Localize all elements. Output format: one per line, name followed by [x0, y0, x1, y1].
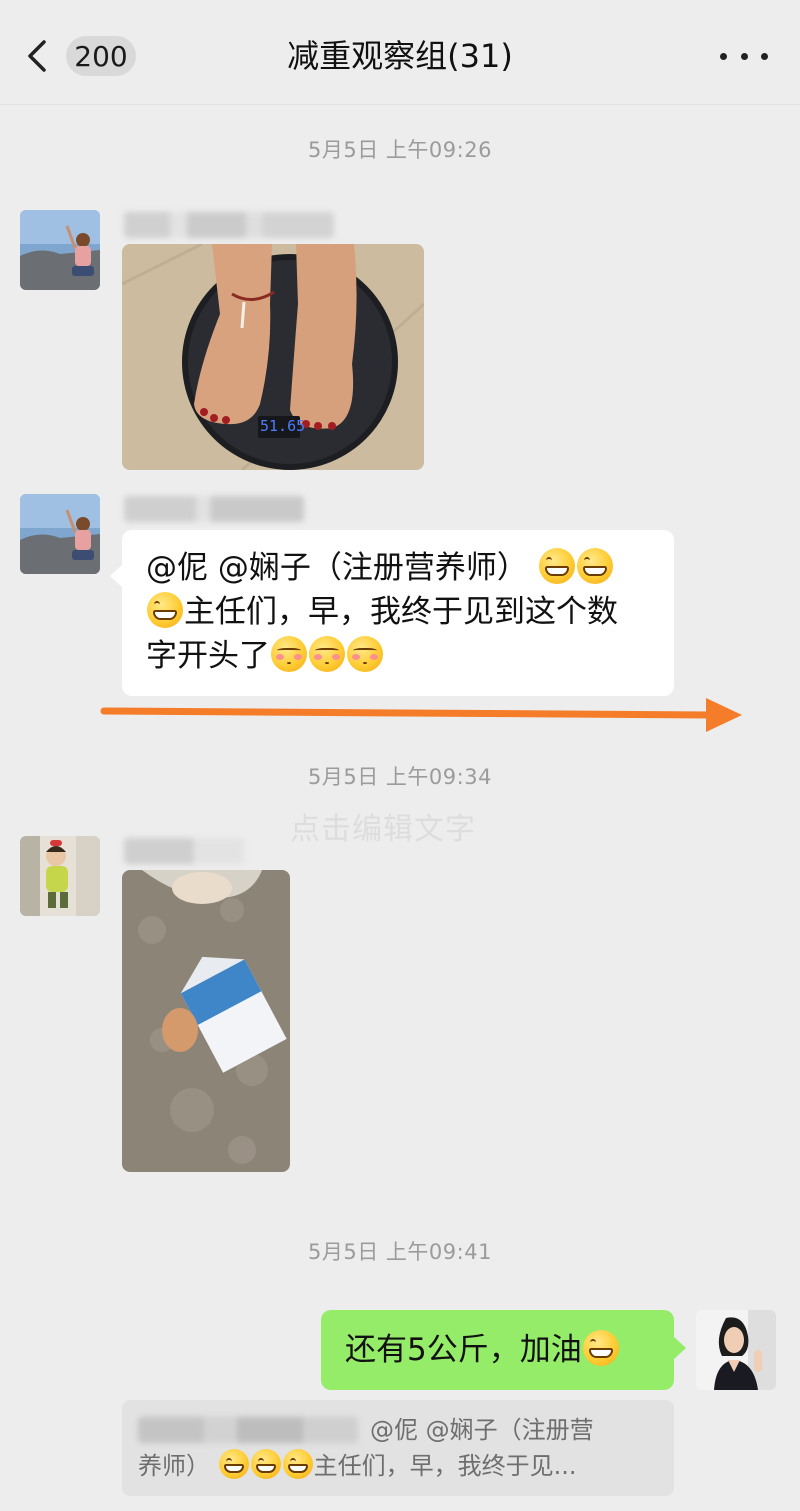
timestamp: 5月5日 上午09:41	[308, 1240, 492, 1264]
quote-text: 养师）	[138, 1452, 210, 1480]
quoted-sender-blurred	[138, 1417, 358, 1443]
grin-emoji-icon	[218, 1449, 249, 1479]
text-message-bubble[interactable]: @伲 @娴子（注册营养师） 主任们，早，我终于见到这个数 字开头了	[110, 530, 674, 696]
sender-name-blurred	[124, 212, 334, 238]
quoted-message[interactable]: @伲 @娴子（注册营 养师） 主任们，早，我终于见...	[122, 1400, 674, 1496]
avatar-photo	[696, 1310, 776, 1390]
message-line: 主任们，早，我终于见到这个数	[146, 590, 652, 634]
message-text: 主任们，早，我终于见到这个数	[184, 594, 618, 630]
image-message-scale[interactable]: 51.65	[122, 244, 424, 470]
blush-emoji-icon	[347, 636, 383, 672]
back-button[interactable]: 200	[22, 30, 142, 82]
blush-emoji-icon	[309, 636, 345, 672]
sender-name-blurred	[124, 496, 304, 522]
message-text: @伲 @娴子（注册营养师）	[146, 550, 528, 586]
grin-emoji-icon	[250, 1449, 281, 1479]
avatar-photo	[20, 494, 100, 574]
quote-line: 养师） 主任们，早，我终于见...	[138, 1448, 658, 1484]
message-text: 字开头了	[146, 638, 270, 674]
arrow-annotation	[100, 698, 742, 732]
scale-reading: 51.65	[260, 417, 306, 435]
watermark-text: 点击编辑文字	[290, 812, 476, 847]
grin-emoji-icon	[147, 592, 183, 628]
own-text-message-bubble[interactable]: 还有5公斤，加油	[321, 1310, 686, 1390]
avatar[interactable]	[20, 210, 100, 290]
quote-text: @伲 @娴子（注册营	[370, 1416, 594, 1444]
avatar-photo	[20, 836, 100, 916]
image-message-breakfast[interactable]	[122, 870, 290, 1172]
grin-emoji-icon	[282, 1449, 313, 1479]
avatar[interactable]	[20, 494, 100, 574]
quote-line: @伲 @娴子（注册营	[138, 1412, 658, 1448]
message-line: 字开头了	[146, 634, 652, 678]
quote-text: 主任们，早，我终于见...	[313, 1452, 577, 1480]
grin-emoji-icon	[582, 1330, 619, 1366]
sender-name-blurred	[124, 838, 244, 864]
breakfast-photo	[122, 870, 290, 1172]
avatar[interactable]	[20, 836, 100, 916]
grin-emoji-icon	[576, 548, 613, 584]
blush-emoji-icon	[271, 636, 307, 672]
avatar-photo	[20, 210, 100, 290]
bubble-tail	[110, 564, 123, 588]
timestamp: 5月5日 上午09:34	[308, 765, 492, 789]
timestamp: 5月5日 上午09:26	[308, 138, 492, 162]
scale-photo	[122, 244, 424, 470]
grin-emoji-icon	[538, 548, 575, 584]
chevron-left-icon	[28, 40, 46, 72]
bubble-tail	[673, 1336, 686, 1360]
own-avatar[interactable]	[696, 1310, 776, 1390]
more-icon[interactable]	[720, 40, 768, 72]
unread-count-badge: 200	[66, 36, 136, 76]
message-text: 还有5公斤，加油	[345, 1332, 582, 1368]
message-line: @伲 @娴子（注册营养师）	[146, 546, 652, 590]
chat-title: 减重观察组(31)	[287, 37, 513, 75]
